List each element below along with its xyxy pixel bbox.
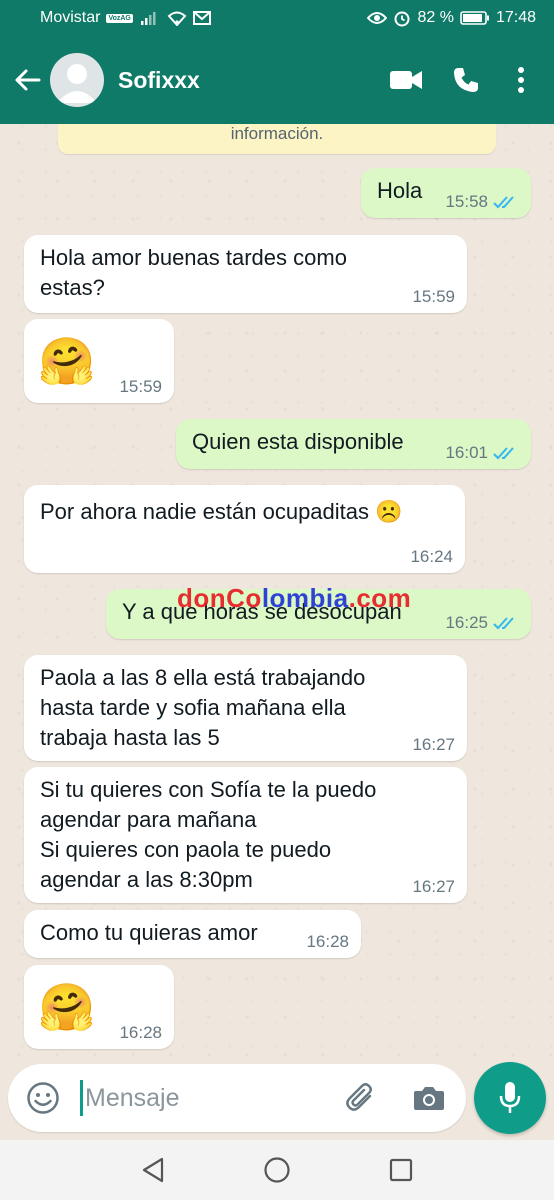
camera-button[interactable] xyxy=(404,1073,454,1123)
message-time: 15:58 xyxy=(445,192,488,211)
emoji-icon xyxy=(27,1082,59,1114)
message-bubble-incoming[interactable]: Hola amor buenas tardes como estas? 15:5… xyxy=(24,235,467,313)
arrow-left-icon xyxy=(15,69,41,91)
eye-icon xyxy=(367,12,388,24)
more-vert-icon xyxy=(518,67,524,93)
status-bar: Movistar VozAG 82 % 17:48 xyxy=(0,0,554,36)
microphone-icon xyxy=(499,1082,521,1113)
menu-button[interactable] xyxy=(496,50,546,110)
video-call-icon xyxy=(390,71,422,89)
message-bubble-incoming[interactable]: 🤗 15:59 xyxy=(24,319,174,403)
message-text: Hola amor buenas tardes como estas? xyxy=(40,245,347,300)
avatar[interactable] xyxy=(50,53,104,107)
chat-header: Sofixxx xyxy=(0,36,554,124)
video-call-button[interactable] xyxy=(376,50,436,110)
paperclip-icon xyxy=(346,1083,372,1111)
chat-area[interactable]: información. Hola 15:58 Hola amor buenas… xyxy=(0,124,554,1064)
message-time: 16:27 xyxy=(412,735,455,754)
mail-icon xyxy=(192,11,211,25)
composer-bar xyxy=(0,1058,554,1140)
system-note-text: información. xyxy=(230,124,324,143)
encryption-note: información. xyxy=(58,124,496,154)
voice-record-button[interactable] xyxy=(474,1062,546,1134)
message-text: Paola a las 8 ella está trabajando hasta… xyxy=(40,665,366,750)
message-time: 15:59 xyxy=(412,287,455,306)
text-cursor xyxy=(80,1080,83,1116)
battery-icon xyxy=(460,11,489,25)
double-check-icon xyxy=(493,447,514,460)
message-time: 16:28 xyxy=(306,932,349,951)
nav-home-button[interactable] xyxy=(257,1150,297,1190)
message-text: Si tu quieres con Sofía te la puedo agen… xyxy=(40,777,377,892)
default-avatar-icon xyxy=(57,64,97,103)
message-bubble-outgoing[interactable]: Hola 15:58 xyxy=(361,168,531,218)
wifi-icon xyxy=(167,11,187,26)
nav-recents-button[interactable] xyxy=(381,1150,421,1190)
message-bubble-incoming[interactable]: Por ahora nadie están ocupaditas ☹️ 16:2… xyxy=(24,485,465,573)
emoji-button[interactable] xyxy=(18,1073,68,1123)
attach-button[interactable] xyxy=(336,1073,386,1123)
message-time: 15:59 xyxy=(119,377,162,396)
message-input[interactable] xyxy=(85,1083,315,1113)
double-check-icon xyxy=(493,617,514,630)
message-bubble-incoming[interactable]: Paola a las 8 ella está trabajando hasta… xyxy=(24,655,467,761)
message-bubble-incoming[interactable]: 🤗 16:28 xyxy=(24,965,174,1049)
message-time: 16:27 xyxy=(412,877,455,896)
message-bubble-incoming[interactable]: Si tu quieres con Sofía te la puedo agen… xyxy=(24,767,467,903)
carrier-name: Movistar xyxy=(40,9,101,26)
carrier-badge: VozAG xyxy=(106,13,133,23)
camera-icon xyxy=(414,1087,444,1110)
circle-home-icon xyxy=(264,1157,290,1183)
message-composer xyxy=(8,1064,466,1132)
message-time: 16:28 xyxy=(119,1023,162,1042)
double-check-icon xyxy=(493,196,514,209)
triangle-back-icon xyxy=(142,1157,164,1183)
clock: 17:48 xyxy=(495,9,536,26)
phone-icon xyxy=(454,68,478,92)
voice-call-button[interactable] xyxy=(436,50,496,110)
alarm-icon xyxy=(394,11,410,27)
contact-name[interactable]: Sofixxx xyxy=(118,67,200,94)
message-bubble-incoming[interactable]: Como tu quieras amor 16:28 xyxy=(24,910,361,958)
back-button[interactable] xyxy=(6,59,48,101)
message-time: 16:24 xyxy=(410,547,453,566)
message-bubble-outgoing[interactable]: Quien esta disponible 16:01 xyxy=(176,419,531,469)
square-recents-icon xyxy=(389,1158,413,1182)
nav-back-button[interactable] xyxy=(133,1150,173,1190)
watermark: donColombia.com xyxy=(177,583,412,613)
message-text: Por ahora nadie están ocupaditas ☹️ xyxy=(40,499,403,524)
signal-icon xyxy=(140,12,156,25)
message-time: 16:01 xyxy=(445,443,488,462)
system-nav-bar xyxy=(0,1140,554,1200)
message-time: 16:25 xyxy=(445,613,488,632)
battery-percent: 82 % xyxy=(417,9,454,26)
